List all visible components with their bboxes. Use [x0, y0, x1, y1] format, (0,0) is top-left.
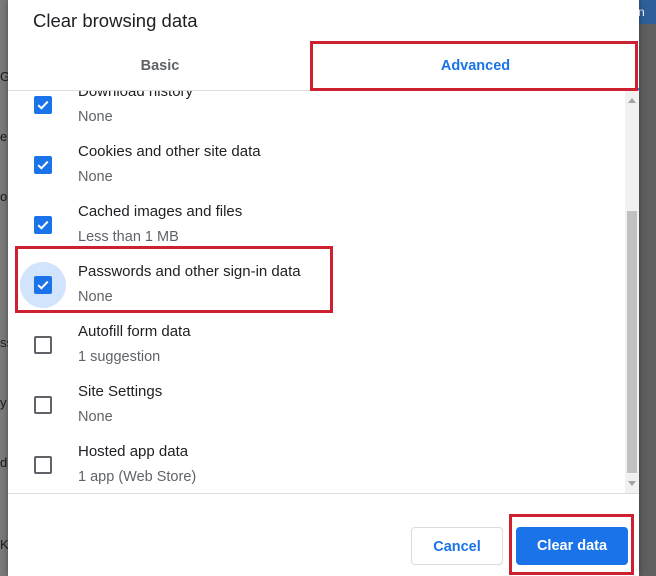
- checkmark-icon: [37, 280, 49, 290]
- checkbox-download-history[interactable]: [34, 96, 52, 114]
- background-text-fragment: o: [0, 190, 8, 204]
- background-page-right: [638, 0, 656, 576]
- background-text-fragment: d: [0, 456, 8, 470]
- list-item-site-settings: Site Settings None: [8, 361, 625, 425]
- checkmark-icon: [37, 160, 49, 170]
- scroll-up-arrow-icon[interactable]: [628, 98, 636, 103]
- list-item-hosted-app-data: Hosted app data 1 app (Web Store): [8, 421, 625, 485]
- item-label: Site Settings: [78, 383, 163, 400]
- item-label: Download history: [78, 91, 194, 100]
- list-item-autofill: Autofill form data 1 suggestion: [8, 301, 625, 365]
- item-label: Passwords and other sign-in data: [78, 263, 301, 280]
- cancel-button[interactable]: Cancel: [411, 527, 503, 565]
- checkbox-cookies[interactable]: [34, 156, 52, 174]
- background-text-fragment: G: [0, 70, 8, 84]
- checkbox-hosted-app-data[interactable]: [34, 456, 52, 474]
- tab-basic[interactable]: Basic: [8, 42, 312, 90]
- checkmark-icon: [37, 100, 49, 110]
- background-text-fragment: K: [0, 538, 8, 552]
- list-item-cached-images: Cached images and files Less than 1 MB: [8, 181, 625, 245]
- background-text-fragment: y: [0, 396, 7, 410]
- list-item-passwords: Passwords and other sign-in data None: [8, 241, 625, 308]
- scroll-down-arrow-icon[interactable]: [628, 481, 636, 486]
- data-type-list[interactable]: Download history None Cookies and other …: [8, 91, 625, 493]
- list-item-download-history: Download history None: [8, 91, 625, 125]
- background-text-fragment: e: [0, 130, 8, 144]
- list-item-cookies: Cookies and other site data None: [8, 121, 625, 185]
- list-scrollbar[interactable]: [625, 91, 639, 493]
- scrollbar-thumb[interactable]: [627, 211, 637, 473]
- checkbox-site-settings[interactable]: [34, 396, 52, 414]
- checkbox-autofill[interactable]: [34, 336, 52, 354]
- item-label: Cookies and other site data: [78, 143, 261, 160]
- clear-data-button[interactable]: Clear data: [516, 527, 628, 565]
- checkbox-cached-images[interactable]: [34, 216, 52, 234]
- tab-advanced[interactable]: Advanced: [312, 42, 639, 90]
- checkmark-icon: [37, 220, 49, 230]
- background-right-tab: n: [638, 0, 656, 24]
- item-label: Cached images and files: [78, 203, 243, 220]
- item-subtext: 1 app (Web Store): [78, 469, 197, 485]
- background-text-fragment: ss: [0, 336, 8, 350]
- clear-browsing-data-dialog: Clear browsing data Basic Advanced Downl…: [8, 0, 639, 576]
- item-label: Autofill form data: [78, 323, 191, 340]
- checkbox-passwords[interactable]: [34, 276, 52, 294]
- footer-divider: [8, 493, 639, 494]
- background-page-edge: [0, 0, 8, 576]
- item-label: Hosted app data: [78, 443, 189, 460]
- dialog-title: Clear browsing data: [33, 10, 198, 31]
